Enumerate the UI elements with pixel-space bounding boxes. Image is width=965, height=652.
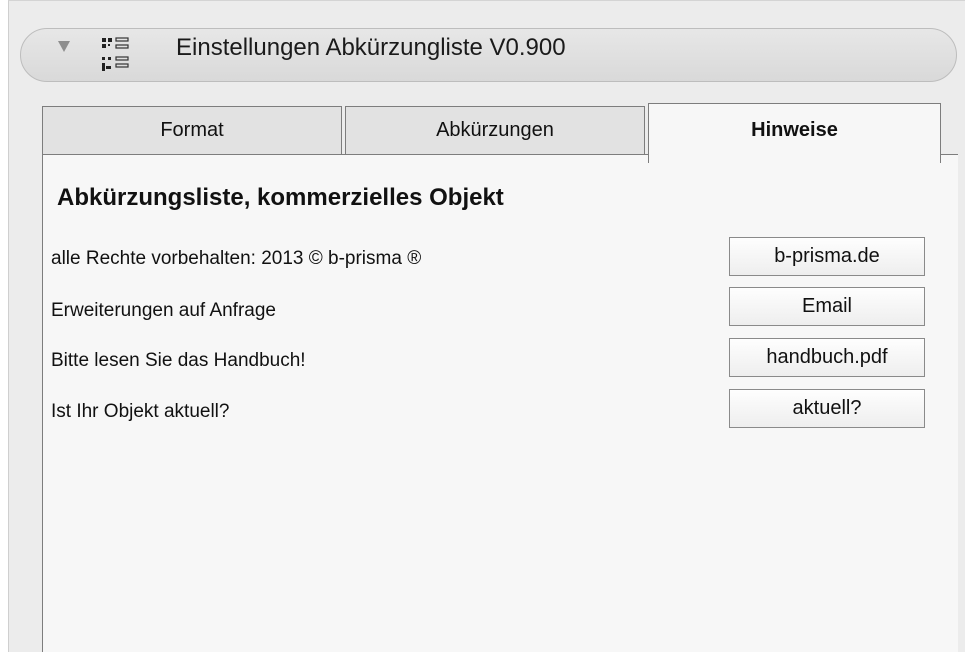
update-check-button[interactable]: aktuell? <box>729 389 925 428</box>
hinweise-panel: Abkürzungsliste, kommerzielles Objekt al… <box>42 154 958 652</box>
copyright-text: alle Rechte vorbehalten: 2013 © b-prisma… <box>51 248 422 269</box>
list-settings-icon <box>100 35 142 75</box>
collapse-triangle-icon[interactable] <box>58 41 70 52</box>
website-button[interactable]: b-prisma.de <box>729 237 925 276</box>
tab-format[interactable]: Format <box>42 106 342 154</box>
extensions-text: Erweiterungen auf Anfrage <box>51 300 276 321</box>
tab-abkuerzungen[interactable]: Abkürzungen <box>345 106 645 154</box>
manual-pdf-button[interactable]: handbuch.pdf <box>729 338 925 377</box>
manual-text: Bitte lesen Sie das Handbuch! <box>51 350 306 371</box>
window-title: Einstellungen Abkürzungliste V0.900 <box>176 34 566 61</box>
tab-hinweise[interactable]: Hinweise <box>648 103 941 163</box>
email-button[interactable]: Email <box>729 287 925 326</box>
panel-heading: Abkürzungsliste, kommerzielles Objekt <box>57 184 504 211</box>
update-text: Ist Ihr Objekt aktuell? <box>51 401 230 422</box>
